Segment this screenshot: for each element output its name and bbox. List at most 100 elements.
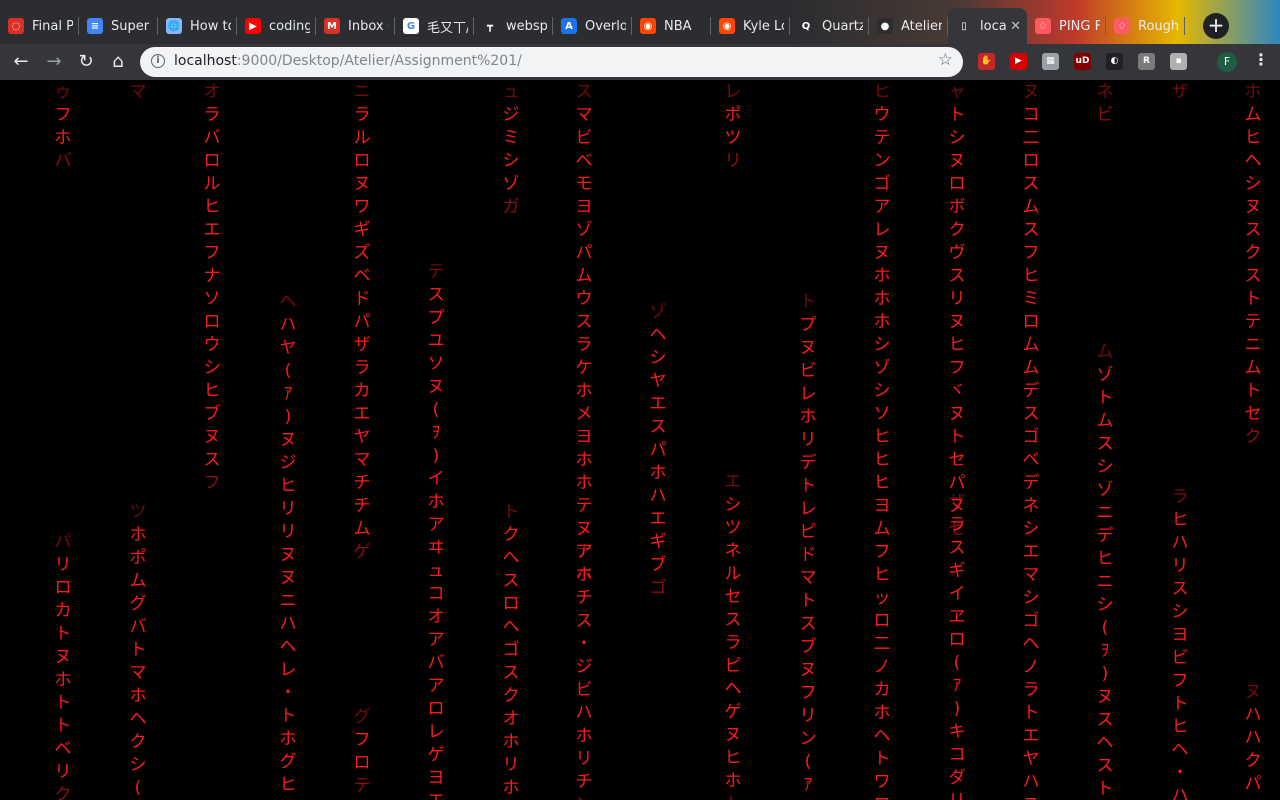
rain-glyph: ャ: [949, 82, 966, 102]
rain-glyph: ヨ: [1172, 625, 1189, 645]
rain-glyph: ス: [576, 312, 593, 332]
rain-glyph: ボ: [949, 197, 966, 217]
forward-button[interactable]: →: [42, 50, 66, 74]
tab-10[interactable]: Q Quartz: [790, 8, 869, 44]
rain-glyph: ): [285, 407, 292, 427]
rain-glyph: ホ: [874, 289, 891, 309]
rain-glyph: リ: [949, 289, 966, 309]
tab-1[interactable]: ≡ Super S: [79, 8, 158, 44]
rain-glyph: ヌ: [280, 430, 297, 450]
ext-gray-box-icon[interactable]: ▦: [1042, 53, 1059, 70]
tab-label: How to: [190, 18, 231, 34]
tab-8[interactable]: ◉ NBA: [632, 8, 711, 44]
tab-2[interactable]: 🌐 How to: [158, 8, 237, 44]
rain-glyph: ス: [1097, 710, 1114, 730]
rain-glyph: ホ: [503, 778, 520, 798]
rain-glyph: フ: [354, 730, 371, 750]
rain-glyph: プ: [800, 315, 817, 335]
tab-4[interactable]: M Inbox (: [316, 8, 395, 44]
airbnb-icon: ♢: [1114, 18, 1130, 34]
rain-glyph: ホ: [576, 726, 593, 746]
rain-glyph: (: [1102, 618, 1109, 638]
tab-0[interactable]: ◌ Final P: [0, 8, 79, 44]
profile-avatar[interactable]: F: [1217, 52, 1237, 72]
tab-9[interactable]: ◉ Kyle Lo: [711, 8, 790, 44]
tab-7[interactable]: A Overlo: [553, 8, 632, 44]
rain-glyph: ム: [1245, 105, 1262, 125]
rain-glyph: ヘ: [1172, 740, 1189, 760]
rain-glyph: ウ: [576, 289, 593, 309]
rain-glyph: ヌ: [874, 243, 891, 263]
rain-glyph: デ: [800, 452, 817, 473]
back-button[interactable]: ←: [9, 50, 33, 74]
rain-glyph: ト: [949, 105, 966, 125]
rain-glyph: シ: [1245, 174, 1262, 194]
tab-5[interactable]: G 毛又丅/: [395, 8, 474, 44]
tab-3[interactable]: ▶ coding: [237, 8, 316, 44]
rain-glyph: フ: [1023, 243, 1040, 263]
home-button[interactable]: ⌂: [106, 50, 130, 74]
rain-glyph: フ: [949, 358, 966, 378]
rain-glyph: ロ: [1023, 312, 1040, 332]
tab-12[interactable]: ▯ loca ✕: [948, 8, 1027, 44]
rain-glyph: モ: [576, 174, 593, 194]
chrome-menu-button[interactable]: ⋮: [1253, 50, 1269, 69]
tab-6[interactable]: ┳ websp: [474, 8, 553, 44]
rain-glyph: ジ: [280, 453, 297, 473]
rain-glyph: ｱ: [284, 384, 293, 404]
tab-11[interactable]: ● Atelier: [869, 8, 948, 44]
rain-glyph: ア: [428, 676, 445, 696]
rain-glyph: ク: [503, 686, 520, 706]
rain-glyph: ホ: [874, 703, 891, 723]
rain-glyph: ス: [428, 285, 445, 305]
rain-glyph: ヌ: [1245, 197, 1262, 217]
tab-13[interactable]: ♢ PING F: [1027, 8, 1106, 44]
rain-glyph: ス: [576, 611, 593, 631]
rain-glyph: シ: [949, 128, 966, 148]
rain-glyph: ハ: [1172, 786, 1189, 800]
new-tab-button[interactable]: +: [1203, 13, 1229, 39]
rain-glyph: ヘ: [1023, 634, 1040, 654]
rain-glyph: ゲ: [725, 702, 742, 722]
tab-14[interactable]: ♢ Rough: [1106, 8, 1185, 44]
rain-glyph: エ: [650, 394, 667, 414]
rain-glyph: ヌ: [800, 338, 817, 358]
rain-glyph: ヌ: [280, 545, 297, 565]
ext-gray-tile-icon[interactable]: R: [1138, 53, 1155, 70]
rain-glyph: パ: [576, 243, 593, 263]
bookmark-star-icon[interactable]: ☆: [938, 50, 953, 70]
reload-button[interactable]: ↻: [74, 50, 98, 74]
rain-glyph: ): [433, 446, 440, 466]
address-bar[interactable]: i localhost:9000/Desktop/Atelier/Assignm…: [140, 47, 963, 77]
rain-glyph: ホ: [576, 565, 593, 585]
rain-glyph: ス: [204, 450, 221, 470]
ext-red-play-icon[interactable]: ▶: [1010, 53, 1027, 70]
tab-close-icon[interactable]: ✕: [1010, 19, 1021, 34]
rain-glyph: ン: [800, 729, 817, 749]
rain-glyph: ナ: [204, 266, 221, 286]
url-text[interactable]: localhost:9000/Desktop/Atelier/Assignmen…: [174, 53, 522, 69]
rain-glyph: ロ: [874, 795, 891, 800]
webspace-icon: ┳: [482, 18, 498, 34]
rain-glyph: セ: [949, 450, 966, 470]
rain-glyph: カ: [354, 381, 371, 401]
matrix-rain: ゥフホバパリロカトヌホトトベリクマツホポムグバトマホヘクシ(オラバロルヒエフナソ…: [55, 82, 1262, 800]
rain-glyph: レ: [725, 82, 742, 102]
rain-glyph: ス: [1172, 579, 1189, 599]
rain-glyph: ウ: [874, 105, 891, 125]
rain-glyph: ロ: [949, 174, 966, 194]
rain-glyph: ヌ: [55, 647, 72, 667]
rain-glyph: ヘ: [280, 637, 297, 657]
rain-glyph: ア: [874, 197, 891, 217]
ext-dark-circle-icon[interactable]: ◐: [1106, 53, 1123, 70]
ext-flag-icon[interactable]: ▪: [1170, 53, 1187, 70]
ext-ublock-icon[interactable]: uD: [1074, 53, 1091, 70]
ext-red-hand-icon[interactable]: ✋: [978, 53, 995, 70]
rain-glyph: ハ: [650, 486, 667, 506]
rain-glyph: レ: [800, 499, 817, 519]
rain-glyph: コ: [1023, 105, 1040, 125]
rain-glyph: リ: [949, 791, 966, 800]
rain-glyph: ズ: [354, 243, 371, 263]
rain-glyph: ス: [1245, 266, 1262, 286]
site-info-icon[interactable]: i: [151, 54, 165, 68]
